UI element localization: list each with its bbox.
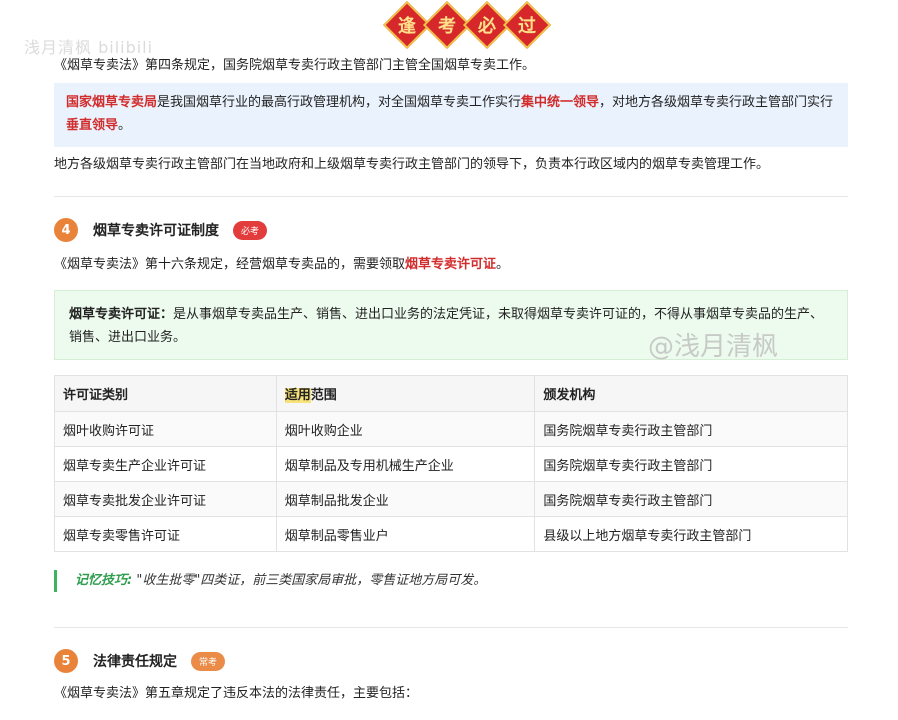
table-header-row: 许可证类别 适用范围 颁发机构 bbox=[54, 375, 848, 412]
header-category: 许可证类别 bbox=[54, 375, 277, 412]
cell-scope: 烟叶收购企业 bbox=[275, 411, 536, 447]
authority-callout: 国家烟草专卖局是我国烟草行业的最高行政管理机构，对全国烟草专卖工作实行集中统一领… bbox=[54, 83, 848, 147]
tip-text: "收生批零"四类证，前三类国家局审批，零售证地方局可发。 bbox=[132, 573, 487, 588]
intro-paragraph: 《烟草专卖法》第四条规定，国务院烟草专卖行政主管部门主管全国烟草专卖工作。 bbox=[54, 58, 536, 73]
callout-highlight-authority: 国家烟草专卖局 bbox=[66, 95, 158, 110]
blessing-banner: 逢 考 必 过 bbox=[382, 0, 552, 50]
often-tested-tag: 常考 bbox=[191, 651, 226, 671]
section-divider bbox=[54, 627, 848, 628]
legal-liability-paragraph: 《烟草专卖法》第五章规定了违反本法的法律责任，主要包括： bbox=[54, 686, 419, 701]
cell-category: 烟叶收购许可证 bbox=[54, 411, 277, 447]
local-authority-paragraph: 地方各级烟草专卖行政主管部门在当地政府和上级烟草专卖行政主管部门的领导下，负责本… bbox=[54, 157, 770, 172]
document-page: 浅月清枫 bilibili 逢 考 必 过 《烟草专卖法》第四条规定，国务院烟草… bbox=[0, 0, 898, 720]
cell-scope: 烟草制品零售业户 bbox=[275, 516, 536, 552]
cell-issuer: 国务院烟草专卖行政主管部门 bbox=[534, 446, 848, 482]
cell-scope: 烟草制品批发企业 bbox=[275, 481, 536, 517]
table-row: 烟叶收购许可证 烟叶收购企业 国务院烟草专卖行政主管部门 bbox=[54, 411, 848, 447]
table-row: 烟草专卖批发企业许可证 烟草制品批发企业 国务院烟草专卖行政主管部门 bbox=[54, 481, 848, 517]
table-row: 烟草专卖生产企业许可证 烟草制品及专用机械生产企业 国务院烟草专卖行政主管部门 bbox=[54, 446, 848, 482]
callout-highlight-vertical: 垂直领导 bbox=[66, 118, 119, 133]
cell-category: 烟草专卖生产企业许可证 bbox=[54, 446, 277, 482]
cell-issuer: 县级以上地方烟草专卖行政主管部门 bbox=[534, 516, 848, 552]
section-title: 法律责任规定 bbox=[93, 654, 177, 670]
memory-tip: 记忆技巧: "收生批零"四类证，前三类国家局审批，零售证地方局可发。 bbox=[54, 570, 486, 592]
callout-highlight-unified: 集中统一领导 bbox=[521, 95, 600, 110]
header-scope: 适用范围 bbox=[275, 375, 536, 412]
section-4-heading: 4 烟草专卖许可证制度 必考 bbox=[54, 218, 268, 242]
header-issuer: 颁发机构 bbox=[534, 375, 848, 412]
cell-issuer: 国务院烟草专卖行政主管部门 bbox=[534, 411, 848, 447]
cell-category: 烟草专卖零售许可证 bbox=[54, 516, 277, 552]
table-row: 烟草专卖零售许可证 烟草制品零售业户 县级以上地方烟草专卖行政主管部门 bbox=[54, 516, 848, 552]
section-title: 烟草专卖许可证制度 bbox=[93, 223, 219, 239]
cell-issuer: 国务院烟草专卖行政主管部门 bbox=[534, 481, 848, 517]
section-number-badge: 5 bbox=[54, 649, 78, 673]
banner-char-4: 过 bbox=[502, 0, 552, 50]
section-number-badge: 4 bbox=[54, 218, 78, 242]
license-paragraph: 《烟草专卖法》第十六条规定，经营烟草专卖品的，需要领取烟草专卖许可证。 bbox=[54, 257, 510, 272]
author-watermark: @浅月清枫 bbox=[648, 332, 779, 362]
license-highlight: 烟草专卖许可证 bbox=[405, 257, 497, 272]
cell-scope: 烟草制品及专用机械生产企业 bbox=[275, 446, 536, 482]
cell-category: 烟草专卖批发企业许可证 bbox=[54, 481, 277, 517]
definition-term: 烟草专卖许可证： bbox=[69, 307, 174, 322]
license-table: 许可证类别 适用范围 颁发机构 烟叶收购许可证 烟叶收购企业 国务院烟草专卖行政… bbox=[54, 375, 848, 552]
section-divider bbox=[54, 196, 848, 197]
must-test-tag: 必考 bbox=[233, 220, 268, 240]
tip-label: 记忆技巧: bbox=[75, 573, 133, 588]
section-5-heading: 5 法律责任规定 常考 bbox=[54, 649, 226, 673]
